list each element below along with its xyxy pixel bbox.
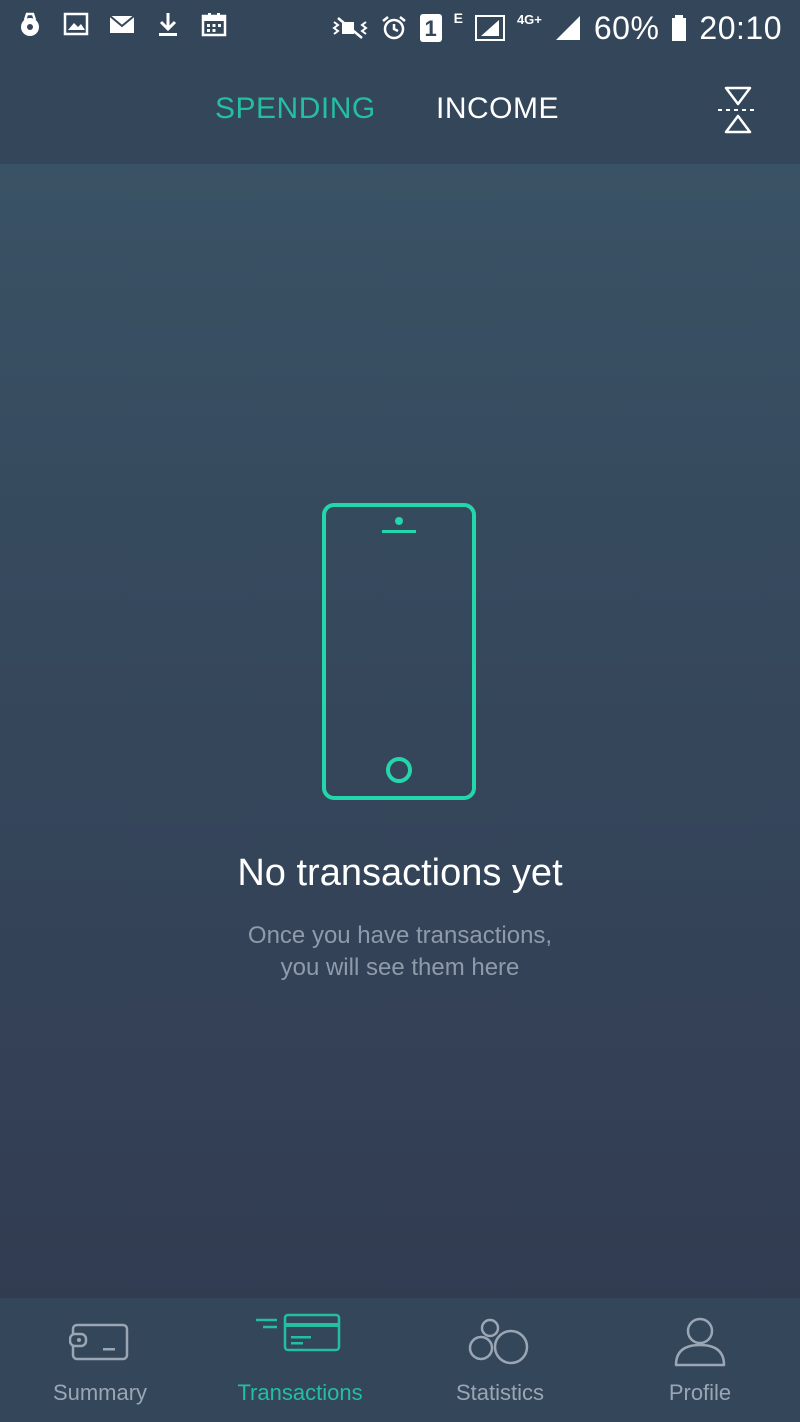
nav-item-statistics[interactable]: Statistics <box>400 1298 600 1422</box>
system-status: 1 E 4G+ 60% 20:10 <box>331 8 782 48</box>
lock-notification-icon <box>21 12 39 36</box>
alarm-icon <box>381 16 406 40</box>
empty-state-subtitle-line-2: you will see them here <box>280 954 520 981</box>
notification-icons <box>16 10 228 38</box>
battery-icon <box>672 15 687 41</box>
mail-icon <box>109 15 135 33</box>
nav-label-profile: Profile <box>668 1380 732 1405</box>
hourglass-filter-icon[interactable] <box>716 84 760 136</box>
signal-icon <box>555 16 580 40</box>
nav-item-transactions[interactable]: Transactions <box>200 1298 400 1422</box>
person-icon <box>674 1317 726 1367</box>
status-bar: 1 E 4G+ 60% 20:10 <box>0 0 800 56</box>
clock: 20:10 <box>699 9 782 46</box>
battery-percentage: 60% <box>593 9 660 46</box>
empty-state-subtitle: Once you have transactions, you will see… <box>0 920 800 984</box>
nav-label-transactions: Transactions <box>237 1380 363 1405</box>
smartphone-icon <box>322 503 476 800</box>
nav-item-summary[interactable]: Summary <box>0 1298 200 1422</box>
nav-item-profile[interactable]: Profile <box>600 1298 800 1422</box>
network-type: 4G+ <box>516 12 542 27</box>
bubbles-icon <box>468 1318 529 1365</box>
tab-income[interactable]: INCOME <box>436 92 559 126</box>
image-icon <box>63 12 89 36</box>
nav-label-summary: Summary <box>52 1380 148 1405</box>
app-screen: 1 E 4G+ 60% 20:10 SPENDING INCOME No tra… <box>0 0 800 1422</box>
download-icon <box>159 13 177 36</box>
nav-label-statistics: Statistics <box>455 1380 545 1405</box>
sim-icon: 1 <box>419 14 442 42</box>
calendar-icon <box>201 13 227 37</box>
empty-state-subtitle-line-1: Once you have transactions, <box>247 922 553 949</box>
empty-state-title: No transactions yet <box>237 852 563 894</box>
wallet-icon <box>69 1323 129 1361</box>
wifi-signal-icon <box>474 15 505 41</box>
transactions-header: SPENDING INCOME <box>0 56 800 164</box>
sim-number: 1 <box>424 16 437 41</box>
data-indicator: E <box>453 10 463 26</box>
tab-spending[interactable]: SPENDING <box>215 92 376 126</box>
vibrate-icon <box>331 17 368 39</box>
bottom-navigation: Summary Transactions Statistics Profile <box>0 1298 800 1422</box>
card-icon <box>256 1313 341 1352</box>
